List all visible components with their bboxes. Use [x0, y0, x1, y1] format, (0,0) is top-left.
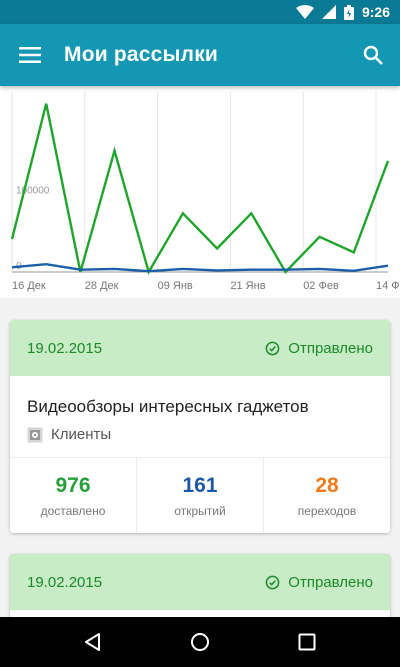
- x-tick-label: 02 Фев: [303, 280, 339, 292]
- mailing-card[interactable]: 19.02.2015 Отправлено Видеообзоры интере…: [10, 320, 390, 533]
- home-icon: [190, 633, 209, 651]
- x-tick-label: 21 Янв: [230, 280, 265, 292]
- status-bar: 9:26: [0, 0, 400, 24]
- chart-area: 16 Дек28 Дек09 Янв21 Янв02 Фев14 Фев0100…: [0, 86, 400, 298]
- y-tick-label: 100000: [16, 186, 50, 197]
- navigation-bar: [0, 617, 400, 667]
- card-header: 19.02.2015 Отправлено: [10, 320, 390, 376]
- stat-delivered: 976 доставлено: [10, 458, 137, 533]
- stat-label: открытий: [174, 503, 226, 518]
- card-list-name: Клиенты: [51, 426, 112, 443]
- search-icon: [363, 45, 383, 65]
- card-title: Видеообзоры интересных гаджетов: [27, 397, 309, 416]
- recents-button[interactable]: [277, 617, 337, 667]
- card-header: 19.02.2015 Отправлено: [10, 554, 390, 610]
- mailing-chart: 16 Дек28 Дек09 Янв21 Янв02 Фев14 Фев0100…: [10, 92, 400, 292]
- x-tick-label: 14 Фев: [376, 280, 400, 292]
- card-status: Отправлено: [265, 340, 373, 357]
- stat-opens: 161 открытий: [137, 458, 264, 533]
- battery-icon: [343, 4, 354, 20]
- home-button[interactable]: [170, 617, 230, 667]
- card-status-label: Отправлено: [288, 573, 373, 591]
- app-bar: Мои рассылки: [0, 24, 400, 86]
- menu-icon: [19, 47, 41, 63]
- card-date: 19.02.2015: [27, 573, 103, 591]
- x-tick-label: 16 Дек: [12, 280, 46, 292]
- x-tick-label: 28 Дек: [85, 280, 119, 292]
- card-status-label: Отправлено: [288, 339, 373, 357]
- signal-icon: [321, 5, 336, 19]
- card-date: 19.02.2015: [27, 339, 103, 357]
- back-button[interactable]: [63, 617, 123, 667]
- search-button[interactable]: [346, 24, 400, 86]
- stat-label: переходов: [297, 503, 357, 518]
- menu-button[interactable]: [2, 24, 58, 86]
- wifi-icon: [295, 5, 314, 19]
- check-circle-icon: [265, 575, 280, 589]
- check-circle-icon: [265, 341, 280, 355]
- status-time: 9:26: [361, 4, 390, 20]
- card-list: Клиенты: [27, 426, 390, 443]
- stat-value: 161: [182, 473, 218, 497]
- page-title: Мои рассылки: [64, 43, 219, 66]
- stat-clicks: 28 переходов: [264, 458, 390, 533]
- card-status: Отправлено: [265, 574, 373, 591]
- series-line-0: [10, 103, 390, 276]
- series-line-1: [11, 262, 389, 273]
- recents-icon: [298, 633, 316, 651]
- back-icon: [85, 633, 101, 651]
- stat-label: доставлено: [40, 503, 106, 518]
- mailing-card[interactable]: 19.02.2015 Отправлено: [10, 554, 390, 624]
- card-stats: 976 доставлено 161 открытий 28 переходов: [10, 457, 390, 533]
- stat-value: 976: [55, 473, 91, 497]
- contact-list-icon: [27, 427, 43, 443]
- x-tick-label: 09 Янв: [158, 280, 193, 292]
- stat-value: 28: [315, 473, 339, 497]
